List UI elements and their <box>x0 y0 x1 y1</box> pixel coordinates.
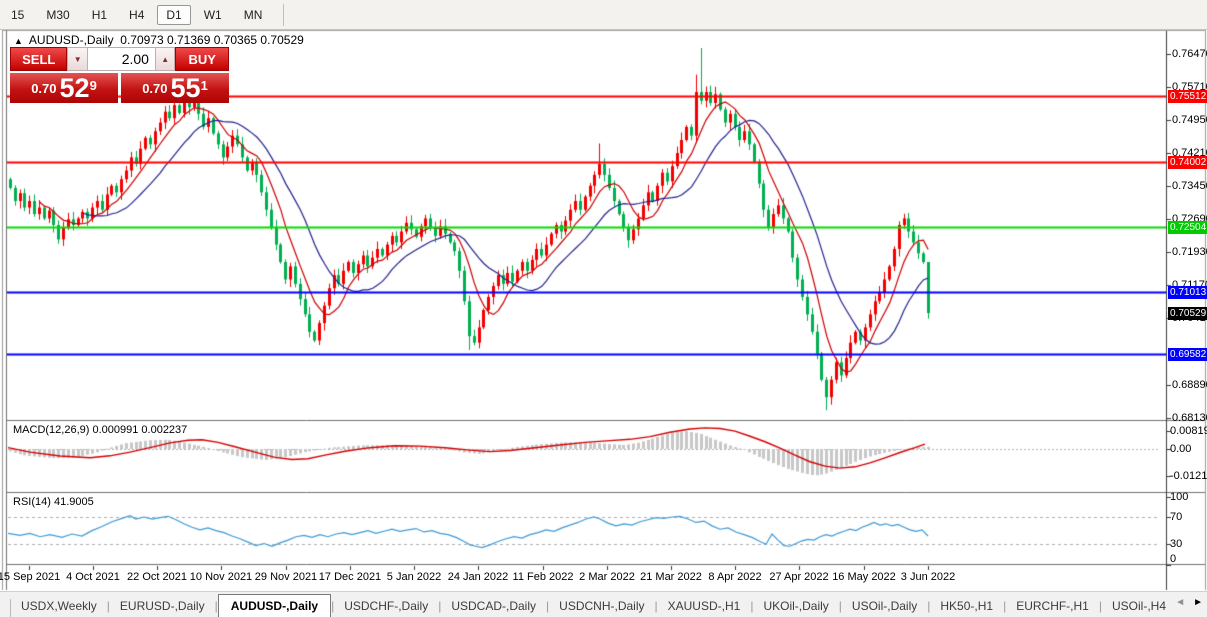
date-axis-label: 10 Nov 2021 <box>189 571 253 583</box>
date-axis-label: 5 Jan 2022 <box>386 571 442 583</box>
timeframe-button-w1[interactable]: W1 <box>195 5 231 25</box>
date-axis-label: 8 Apr 2022 <box>708 571 762 583</box>
timeframe-toolbar: 15 M30 H1 H4 D1 W1 MN <box>0 0 1207 30</box>
date-axis-label: 2 Mar 2022 <box>579 571 635 583</box>
rsi-axis-tick: 70 <box>1170 511 1183 523</box>
timeframe-button-15[interactable]: 15 <box>2 5 33 25</box>
volume-input[interactable] <box>87 47 155 71</box>
symbol-tab-bar: USDX,Weekly | EURUSD-,Daily | AUDUSD-,Daily |… <box>0 591 1207 617</box>
tab-usoil-daily[interactable]: USOil-,Daily <box>842 595 927 617</box>
macd-indicator-label: MACD(12,26,9) 0.000991 0.002237 <box>13 424 188 436</box>
current-price-label: 0.70529 <box>1168 307 1207 321</box>
chart-ohlc-values: 0.70973 0.71369 0.70365 0.70529 <box>120 33 304 47</box>
hline-price-label: 0.74002 <box>1168 155 1207 169</box>
tab-usoil-h4[interactable]: USOil-,H4 <box>1102 595 1176 617</box>
tab-xauusd-h1[interactable]: XAUUSD-,H1 <box>658 595 751 617</box>
tab-usdchf-daily[interactable]: USDCHF-,Daily <box>334 595 438 617</box>
hline-price-label: 0.71013 <box>1168 285 1207 299</box>
volume-increase-button[interactable]: ▲ <box>154 47 176 71</box>
timeframe-button-h1[interactable]: H1 <box>83 5 116 25</box>
sell-price-display[interactable]: 0.70 52 9 <box>10 73 118 103</box>
macd-axis-tick: 0.00 <box>1170 443 1192 455</box>
tab-usdcad-daily[interactable]: USDCAD-,Daily <box>441 595 546 617</box>
timeframe-button-h4[interactable]: H4 <box>120 5 153 25</box>
rsi-axis-tick: 100 <box>1170 490 1189 503</box>
macd-axis-tick: -0.0121233 <box>1170 469 1207 482</box>
rsi-indicator-label: RSI(14) 41.9005 <box>13 496 94 508</box>
sell-price-pip: 9 <box>89 77 97 93</box>
timeframe-button-mn[interactable]: MN <box>235 5 272 25</box>
date-axis-label: 27 Apr 2022 <box>769 571 829 583</box>
date-axis-label: 16 May 2022 <box>832 571 896 583</box>
price-axis-tick: 0.74950 <box>1172 114 1207 127</box>
price-axis-tick: 0.68890 <box>1172 378 1207 391</box>
tab-scroll-left-icon[interactable]: ◄ <box>1175 597 1185 608</box>
tab-usdx-weekly[interactable]: USDX,Weekly <box>11 595 107 617</box>
buy-price-prefix: 0.70 <box>142 80 168 96</box>
tab-scroll-right-icon[interactable]: ► <box>1193 597 1203 608</box>
hline-price-label: 0.75512 <box>1168 89 1207 103</box>
date-axis-label: 17 Dec 2021 <box>318 571 382 583</box>
buy-price-pip: 1 <box>200 77 208 93</box>
mt4-window: 15 M30 H1 H4 D1 W1 MN ▲ AUDUSD-,Daily 0.70973 0… <box>0 0 1207 617</box>
tab-scroll-arrows: ◄ ► <box>1175 597 1203 608</box>
price-axis-tick: 0.68130 <box>1172 411 1207 424</box>
sell-button[interactable]: SELL <box>10 47 68 71</box>
rsi-axis-tick: 0 <box>1170 553 1177 565</box>
collapse-triangle-icon[interactable]: ▲ <box>14 36 23 46</box>
price-axis-tick: 0.71930 <box>1172 246 1207 259</box>
buy-price-main: 55 <box>170 73 201 103</box>
date-axis-label: 22 Oct 2021 <box>127 571 187 583</box>
tab-eurchf-h1[interactable]: EURCHF-,H1 <box>1006 595 1099 617</box>
date-axis-label: 29 Nov 2021 <box>254 571 318 583</box>
date-axis-label: 11 Feb 2022 <box>512 571 574 583</box>
tab-eurusd-daily[interactable]: EURUSD-,Daily <box>110 595 215 617</box>
sell-price-prefix: 0.70 <box>31 80 57 96</box>
hline-price-label: 0.69582 <box>1168 348 1207 362</box>
date-axis-label: 24 Jan 2022 <box>447 571 509 583</box>
tab-audusd-daily[interactable]: AUDUSD-,Daily <box>217 594 332 617</box>
chart-symbol-label: AUDUSD-,Daily <box>28 33 114 47</box>
buy-price-display[interactable]: 0.70 55 1 <box>121 73 229 103</box>
tab-hk50-h1[interactable]: HK50-,H1 <box>930 595 1003 617</box>
date-axis-label: 3 Jun 2022 <box>900 571 956 583</box>
rsi-axis-tick: 30 <box>1170 538 1183 551</box>
price-axis-tick: 0.76470 <box>1172 48 1207 61</box>
tab-usdcnh-daily[interactable]: USDCNH-,Daily <box>549 595 654 617</box>
tab-ukoil-daily[interactable]: UKOil-,Daily <box>753 595 838 617</box>
hline-price-label: 0.72504 <box>1168 221 1207 234</box>
date-axis-label: 15 Sep 2021 <box>0 571 61 583</box>
volume-decrease-button[interactable]: ▼ <box>67 47 88 71</box>
toolbar-separator <box>283 3 285 26</box>
buy-button[interactable]: BUY <box>175 47 229 71</box>
chart-header: ▲ AUDUSD-,Daily 0.70973 0.71369 0.70365 0… <box>14 33 304 47</box>
one-click-trade-panel: SELL ▼ ▲ BUY 0.70 52 9 0.70 55 1 <box>10 47 229 103</box>
sell-price-main: 52 <box>59 73 90 103</box>
tab-stub <box>0 599 11 617</box>
date-axis-label: 4 Oct 2021 <box>66 571 120 583</box>
date-axis-label: 21 Mar 2022 <box>640 571 702 583</box>
price-axis-tick: 0.73450 <box>1172 179 1207 192</box>
timeframe-button-m30[interactable]: M30 <box>37 5 78 25</box>
macd-axis-tick: 0.0081973 <box>1170 424 1207 437</box>
timeframe-button-d1[interactable]: D1 <box>157 4 191 25</box>
